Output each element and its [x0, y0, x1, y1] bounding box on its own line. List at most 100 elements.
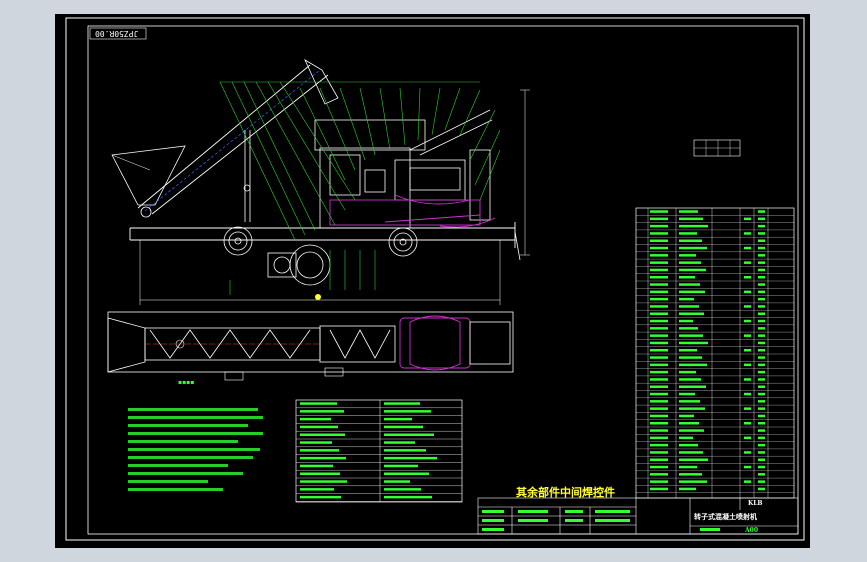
title-block-small-label: A00: [745, 527, 759, 534]
parts-cell: [758, 261, 765, 264]
parts-cell: [650, 356, 668, 359]
parts-cell: [758, 422, 765, 425]
parts-cell: [758, 429, 765, 432]
parts-cell: [650, 378, 668, 381]
parts-cell: [758, 392, 765, 396]
parts-cell: [650, 239, 668, 242]
spec-cell: [300, 456, 346, 460]
parts-cell: [679, 341, 708, 345]
parts-cell: [679, 283, 700, 286]
parts-cell: [679, 297, 694, 301]
parts-cell: [679, 290, 705, 294]
parts-cell: [758, 436, 765, 440]
parts-cell: [758, 224, 765, 228]
parts-cell: [679, 407, 705, 410]
parts-cell: [679, 210, 698, 213]
parts-cell: [758, 312, 765, 315]
parts-cell: [758, 473, 765, 476]
parts-cell: [650, 254, 668, 257]
spec-cell: [384, 410, 431, 413]
parts-cell: [679, 392, 695, 396]
parts-cell: [650, 319, 668, 323]
spec-cell: [384, 402, 420, 405]
parts-cell: [744, 319, 751, 323]
spec-cell: [384, 488, 421, 491]
parts-cell: [679, 254, 696, 257]
parts-cell: [650, 305, 668, 308]
parts-cell: [679, 436, 693, 440]
spec-cell: [300, 488, 334, 491]
parts-cell: [758, 276, 765, 279]
parts-cell: [758, 451, 765, 454]
parts-cell: [679, 349, 697, 352]
parts-cell: [679, 422, 699, 425]
parts-cell: [650, 290, 668, 294]
parts-cell: [758, 290, 765, 294]
parts-cell: [650, 458, 668, 461]
parts-cell: [758, 458, 765, 461]
parts-cell: [758, 254, 765, 257]
parts-cell: [650, 283, 668, 286]
parts-cell: [758, 370, 765, 374]
parts-cell: [758, 297, 765, 301]
parts-cell: [758, 239, 765, 242]
parts-cell: [679, 451, 703, 454]
plan-caption: ▪▪▪▪: [178, 379, 194, 386]
title-block-name: 转子式混凝土喷射机: [694, 512, 757, 521]
parts-cell: [679, 327, 698, 330]
parts-cell: [650, 268, 668, 272]
parts-cell: [744, 217, 751, 221]
spec-cell: [300, 472, 340, 475]
parts-cell: [758, 480, 765, 483]
parts-cell: [650, 276, 668, 279]
spec-cell: [384, 433, 434, 436]
parts-cell: [650, 473, 668, 476]
parts-cell: [650, 422, 668, 425]
parts-cell: [744, 305, 751, 308]
drawing-code-label: JPZ50R.00: [95, 29, 139, 38]
parts-cell: [650, 349, 668, 352]
spec-cell: [384, 464, 418, 468]
parts-cell: [758, 268, 765, 272]
parts-cell: [744, 378, 751, 381]
parts-cell: [650, 465, 668, 469]
parts-cell: [650, 370, 668, 374]
parts-cell: [744, 334, 751, 337]
parts-cell: [650, 341, 668, 345]
parts-cell: [758, 217, 765, 221]
spec-cell: [300, 410, 344, 413]
parts-cell: [650, 451, 668, 454]
parts-cell: [650, 261, 668, 264]
spec-cell: [300, 441, 332, 444]
parts-cell: [650, 400, 668, 403]
parts-cell: [650, 327, 668, 330]
parts-cell: [744, 261, 751, 264]
parts-cell: [758, 319, 765, 323]
cad-drawing-canvas: ▪▪▪▪: [55, 14, 810, 548]
parts-cell: [679, 458, 708, 461]
parts-cell: [758, 305, 765, 308]
parts-cell: [679, 239, 702, 242]
spec-cell: [384, 495, 432, 499]
parts-cell: [679, 224, 708, 228]
parts-cell: [744, 392, 751, 396]
parts-cell: [758, 443, 765, 447]
parts-cell: [679, 429, 704, 432]
parts-cell: [679, 400, 700, 403]
parts-cell: [758, 385, 765, 388]
parts-cell: [650, 414, 668, 418]
spec-cell: [384, 456, 437, 460]
parts-cell: [679, 305, 699, 308]
parts-cell: [679, 232, 697, 235]
parts-cell: [758, 487, 765, 491]
parts-cell: [679, 261, 701, 264]
parts-cell: [650, 312, 668, 315]
parts-cell: [744, 276, 751, 279]
spec-cell: [384, 417, 412, 421]
parts-cell: [650, 334, 668, 337]
parts-cell: [650, 217, 668, 221]
parts-cell: [744, 407, 751, 410]
parts-cell: [679, 217, 703, 221]
spec-cell: [300, 402, 337, 405]
parts-cell: [650, 210, 668, 213]
